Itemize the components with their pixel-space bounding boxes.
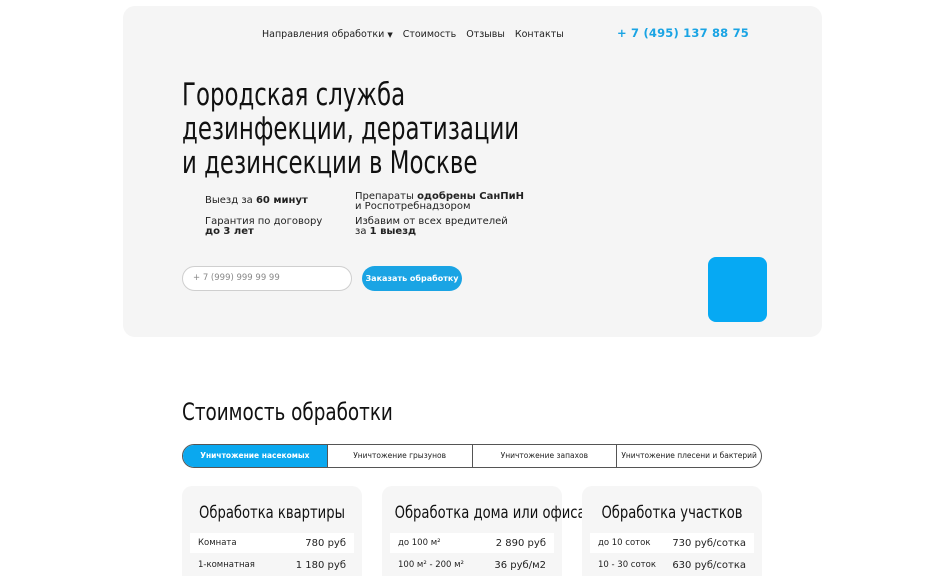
row-price: 730 руб/сотка — [672, 537, 746, 549]
feature-drugs: Препараты одобрены СанПиН и Роспотребнад… — [355, 192, 524, 212]
table-row: 1-комнатная 1 180 руб — [190, 555, 354, 575]
feature-bold: до 3 лет — [205, 226, 254, 237]
row-price: 780 руб — [305, 537, 346, 549]
callback-widget[interactable] — [708, 257, 767, 322]
hero-section: Направления обработки ▼ Стоимость Отзывы… — [123, 6, 822, 337]
nav-item-directions[interactable]: Направления обработки — [262, 29, 384, 40]
feature-one-visit: Избавим от всех вредителей за 1 выезд — [355, 217, 508, 237]
main-nav: Направления обработки ▼ Стоимость Отзывы… — [262, 29, 574, 40]
tab-insects[interactable]: Уничтожение насекомых — [183, 445, 327, 467]
pricing-title: Стоимость обработки — [182, 398, 393, 426]
feature-text: за — [355, 226, 370, 237]
nav-item-reviews[interactable]: Отзывы — [466, 29, 505, 40]
row-price: 1 180 руб — [295, 559, 346, 571]
table-row: Комната 780 руб — [190, 533, 354, 553]
pricing-tabs: Уничтожение насекомых Уничтожение грызун… — [182, 444, 762, 468]
feature-visit: Выезд за 60 минут — [205, 196, 308, 206]
price-card-house: Обработка дома или офиса до 100 м² 2 890… — [382, 486, 586, 576]
row-name: до 10 соток — [598, 538, 651, 548]
table-row: 100 м² - 200 м² 36 руб/м2 — [390, 555, 554, 575]
row-name: Комната — [198, 538, 237, 548]
hero-title: Городская служба дезинфекции, дератизаци… — [182, 78, 592, 180]
row-price: 36 руб/м2 — [494, 559, 546, 571]
row-name: 100 м² - 200 м² — [398, 560, 464, 570]
price-card-plots: Обработка участков до 10 соток 730 руб/с… — [582, 486, 762, 576]
feature-text: Выезд за — [205, 195, 256, 206]
row-name: 10 - 30 соток — [598, 560, 656, 570]
row-price: 630 руб/сотка — [672, 559, 746, 571]
header-phone[interactable]: + 7 (495) 137 88 75 — [617, 26, 749, 40]
nav-item-label: Направления обработки — [262, 29, 385, 40]
card-title: Обработка квартиры — [199, 503, 345, 523]
feature-bold: 60 минут — [255, 195, 308, 206]
caret-down-icon[interactable]: ▼ — [387, 31, 392, 39]
row-price: 2 890 руб — [495, 537, 546, 549]
hero-title-line: Городская служба — [182, 77, 406, 113]
table-row: до 10 соток 730 руб/сотка — [590, 533, 754, 553]
feature-guarantee: Гарантия по договору до 3 лет — [205, 217, 322, 237]
table-row: до 100 м² 2 890 руб — [390, 533, 554, 553]
nav-item-price[interactable]: Стоимость — [403, 29, 457, 40]
card-title: Обработка дома или офиса — [394, 503, 586, 523]
table-row: 10 - 30 соток 630 руб/сотка — [590, 555, 754, 575]
row-name: 1-комнатная — [198, 560, 255, 570]
tab-rodents[interactable]: Уничтожение грызунов — [326, 445, 472, 467]
feature-text: и Роспотребнадзором — [355, 201, 471, 212]
nav-item-contacts[interactable]: Контакты — [515, 29, 564, 40]
tab-mold[interactable]: Уничтожение плесени и бактерий — [616, 445, 761, 467]
tab-odors[interactable]: Уничтожение запахов — [471, 445, 617, 467]
card-title: Обработка участков — [601, 503, 743, 523]
feature-bold: 1 выезд — [369, 226, 417, 237]
row-name: до 100 м² — [398, 538, 441, 548]
order-button[interactable]: Заказать обработку — [362, 266, 462, 291]
hero-title-line: дезинфекции, дератизации — [182, 111, 520, 147]
phone-input[interactable]: + 7 (999) 999 99 99 — [182, 266, 352, 291]
price-card-apartment: Обработка квартиры Комната 780 руб 1-ком… — [182, 486, 362, 576]
hero-title-line: и дезинсекции в Москве — [182, 145, 478, 181]
